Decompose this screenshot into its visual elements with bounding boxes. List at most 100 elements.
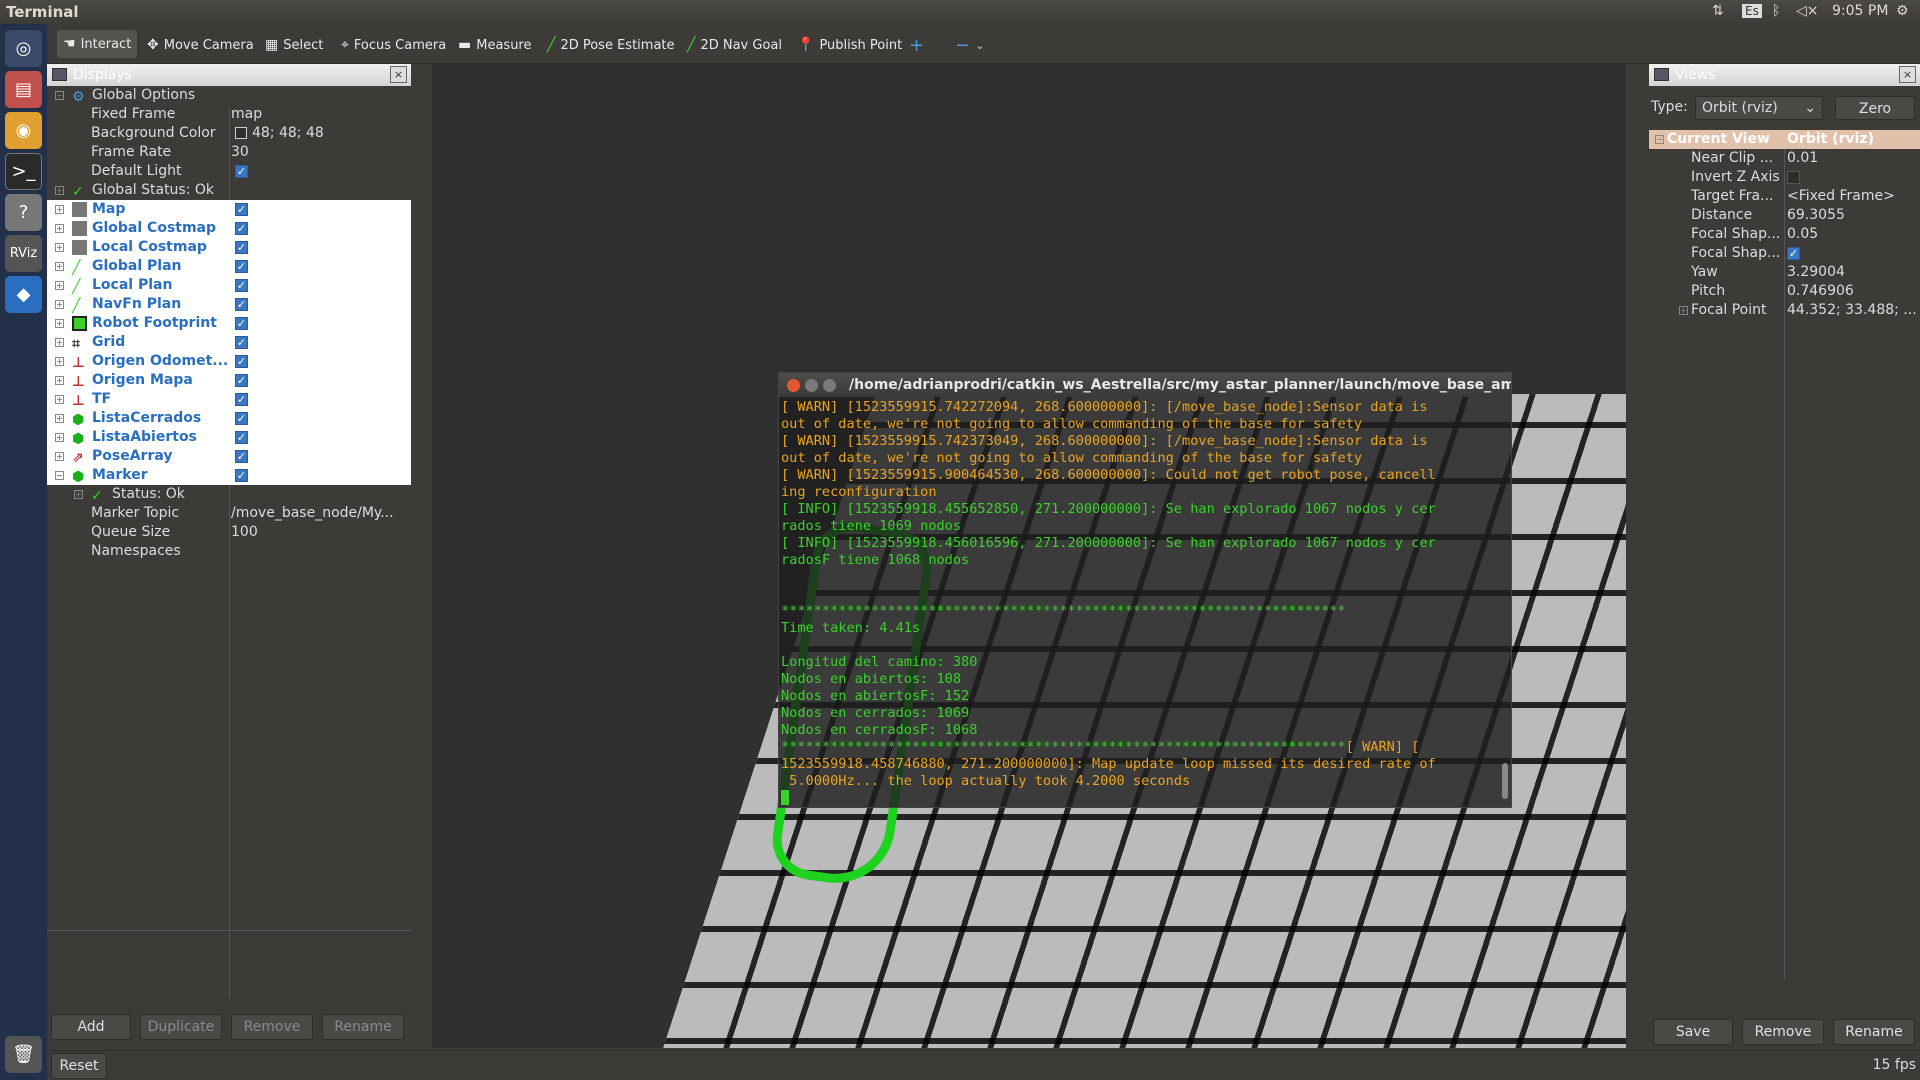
remove-view-button[interactable]: Remove xyxy=(1742,1019,1824,1045)
display-item-map[interactable]: + Map ✓ xyxy=(47,200,411,219)
tree-row-namespaces[interactable]: Namespaces xyxy=(47,542,411,561)
terminal-window[interactable]: /home/adrianprodri/catkin_ws_Aestrella/s… xyxy=(778,372,1512,808)
keyboard-layout[interactable]: Es xyxy=(1742,4,1762,18)
tree-row-fixed-frame[interactable]: Fixed Frame map xyxy=(47,105,411,124)
checkbox[interactable]: ✓ xyxy=(235,279,248,292)
zero-button[interactable]: Zero xyxy=(1835,96,1915,120)
display-item-global-plan[interactable]: + ╱ Global Plan ✓ xyxy=(47,257,411,276)
view-prop-invert-z[interactable]: Invert Z Axis xyxy=(1649,168,1920,187)
checkbox[interactable]: ✓ xyxy=(235,374,248,387)
remove-tool-button[interactable]: − ⌄ xyxy=(955,34,984,56)
tree-row-global-status[interactable]: + ✓ Global Status: Ok xyxy=(47,181,411,200)
checkbox[interactable]: ✓ xyxy=(235,336,248,349)
checkbox[interactable]: ✓ xyxy=(235,469,248,482)
tree-row-default-light[interactable]: Default Light ✓ xyxy=(47,162,411,181)
tree-row-queue-size[interactable]: Queue Size 100 xyxy=(47,523,411,542)
view-prop-near-clip[interactable]: Near Clip ... 0.01 xyxy=(1649,149,1920,168)
tool-2d-pose-estimate[interactable]: ╱ 2D Pose Estimate xyxy=(547,34,675,56)
tree-row-marker-topic[interactable]: Marker Topic/move_base_node/My... xyxy=(47,504,411,523)
checkbox[interactable]: ✓ xyxy=(235,317,248,330)
checkbox[interactable]: ✓ xyxy=(235,241,248,254)
vscode-icon[interactable]: ◆ xyxy=(5,276,42,313)
view-prop-focal-shape-size[interactable]: Focal Shap... 0.05 xyxy=(1649,225,1920,244)
display-item-posearray[interactable]: + ⇗ PoseArray ✓ xyxy=(47,447,411,466)
tree-row-frame-rate[interactable]: Frame Rate 30 xyxy=(47,143,411,162)
tool-measure[interactable]: ▬ Measure xyxy=(458,34,531,56)
checkbox[interactable]: ✓ xyxy=(235,393,248,406)
path-icon: ╱ xyxy=(72,260,81,276)
checkbox[interactable]: ✓ xyxy=(235,355,248,368)
duplicate-button[interactable]: Duplicate xyxy=(140,1014,222,1040)
checkbox[interactable]: ✓ xyxy=(235,165,248,178)
tree-row-global-options[interactable]: − ⚙ Global Options xyxy=(47,86,411,105)
color-swatch[interactable] xyxy=(235,127,247,139)
checkbox[interactable] xyxy=(1787,171,1800,184)
minimize-icon[interactable] xyxy=(805,379,818,392)
rename-view-button[interactable]: Rename xyxy=(1833,1019,1915,1045)
add-button[interactable]: Add xyxy=(51,1014,131,1040)
save-view-button[interactable]: Save xyxy=(1653,1019,1733,1045)
display-item-origen-odometria[interactable]: + ⊥ Origen Odomet... ✓ xyxy=(47,352,411,371)
view-prop-pitch[interactable]: Pitch 0.746906 xyxy=(1649,282,1920,301)
display-item-origen-mapa[interactable]: + ⊥ Origen Mapa ✓ xyxy=(47,371,411,390)
tree-row-marker-status[interactable]: + ✓ Status: Ok xyxy=(47,485,411,504)
checkbox[interactable]: ✓ xyxy=(235,260,248,273)
rviz-icon[interactable]: RViz xyxy=(5,235,42,272)
terminal-line: [ WARN] [1523559915.742272094, 268.60000… xyxy=(781,399,1428,415)
tool-select[interactable]: ▦ Select xyxy=(265,34,323,56)
view-prop-target-frame[interactable]: Target Fra... <Fixed Frame> xyxy=(1649,187,1920,206)
view-prop-focal-point[interactable]: + Focal Point 44.352; 33.488; ... xyxy=(1649,301,1920,320)
collapse-left-icon[interactable]: ‹ xyxy=(432,604,436,634)
chrome-icon[interactable]: ◉ xyxy=(5,112,42,149)
checkbox[interactable]: ✓ xyxy=(235,298,248,311)
tool-move-camera[interactable]: ✥ Move Camera xyxy=(147,34,254,56)
help-icon[interactable]: ? xyxy=(5,194,42,231)
tree-row-background-color[interactable]: Background Color 48; 48; 48 xyxy=(47,124,411,143)
display-item-tf[interactable]: + ⊥ TF ✓ xyxy=(47,390,411,409)
display-item-global-costmap[interactable]: + Global Costmap ✓ xyxy=(47,219,411,238)
display-item-navfn-plan[interactable]: + ╱ NavFn Plan ✓ xyxy=(47,295,411,314)
checkbox[interactable]: ✓ xyxy=(235,431,248,444)
tool-interact[interactable]: ☚ Interact xyxy=(57,30,138,58)
current-view-row[interactable]: − Current View Orbit (rviz) xyxy=(1649,130,1920,149)
maximize-icon[interactable] xyxy=(823,379,836,392)
files-icon[interactable]: ▤ xyxy=(5,71,42,108)
checkbox[interactable]: ✓ xyxy=(235,450,248,463)
view-prop-distance[interactable]: Distance 69.3055 xyxy=(1649,206,1920,225)
checkbox[interactable]: ✓ xyxy=(235,203,248,216)
checkbox[interactable]: ✓ xyxy=(235,412,248,425)
network-icon[interactable]: ⇅ xyxy=(1712,3,1724,19)
view-prop-yaw[interactable]: Yaw 3.29004 xyxy=(1649,263,1920,282)
view-type-select[interactable]: Orbit (rviz) ⌄ xyxy=(1695,96,1823,120)
add-tool-button[interactable]: + xyxy=(909,34,924,56)
gear-icon[interactable]: ⚙ xyxy=(1896,3,1909,19)
terminal-icon[interactable]: >_ xyxy=(5,153,42,190)
display-item-grid[interactable]: + ⌗ Grid ✓ xyxy=(47,333,411,352)
close-icon[interactable]: × xyxy=(1899,66,1916,83)
terminal-output[interactable]: [ WARN] [1523559915.742272094, 268.60000… xyxy=(781,399,1499,807)
display-item-listaabiertos[interactable]: + ⬢ ListaAbiertos ✓ xyxy=(47,428,411,447)
close-icon[interactable] xyxy=(787,379,800,392)
terminal-scrollbar[interactable] xyxy=(1502,763,1508,799)
rename-button[interactable]: Rename xyxy=(322,1014,404,1040)
tool-focus-camera[interactable]: ⌖ Focus Camera xyxy=(341,34,446,56)
view-prop-focal-shape-fixed[interactable]: Focal Shap... ✓ xyxy=(1649,244,1920,263)
checkbox[interactable]: ✓ xyxy=(235,222,248,235)
display-item-robot-footprint[interactable]: + Robot Footprint ✓ xyxy=(47,314,411,333)
tool-publish-point[interactable]: 📍 Publish Point xyxy=(797,34,902,56)
display-item-local-costmap[interactable]: + Local Costmap ✓ xyxy=(47,238,411,257)
checkbox[interactable]: ✓ xyxy=(1787,247,1800,260)
reset-button[interactable]: Reset xyxy=(51,1053,107,1079)
display-item-local-plan[interactable]: + ╱ Local Plan ✓ xyxy=(47,276,411,295)
trash-icon[interactable]: 🗑 xyxy=(5,1036,42,1073)
remove-button[interactable]: Remove xyxy=(231,1014,313,1040)
close-icon[interactable]: × xyxy=(390,66,407,83)
terminal-titlebar[interactable]: /home/adrianprodri/catkin_ws_Aestrella/s… xyxy=(779,373,1511,397)
volume-icon[interactable]: ◁× xyxy=(1796,3,1819,19)
bluetooth-icon[interactable]: ᛒ xyxy=(1772,3,1780,19)
clock[interactable]: 9:05 PM xyxy=(1832,3,1888,19)
display-item-listacerrados[interactable]: + ⬢ ListaCerrados ✓ xyxy=(47,409,411,428)
display-item-marker[interactable]: − ⬢ Marker ✓ xyxy=(47,466,411,485)
tool-2d-nav-goal[interactable]: ╱ 2D Nav Goal xyxy=(687,34,782,56)
dash-icon[interactable]: ◎ xyxy=(5,30,42,67)
